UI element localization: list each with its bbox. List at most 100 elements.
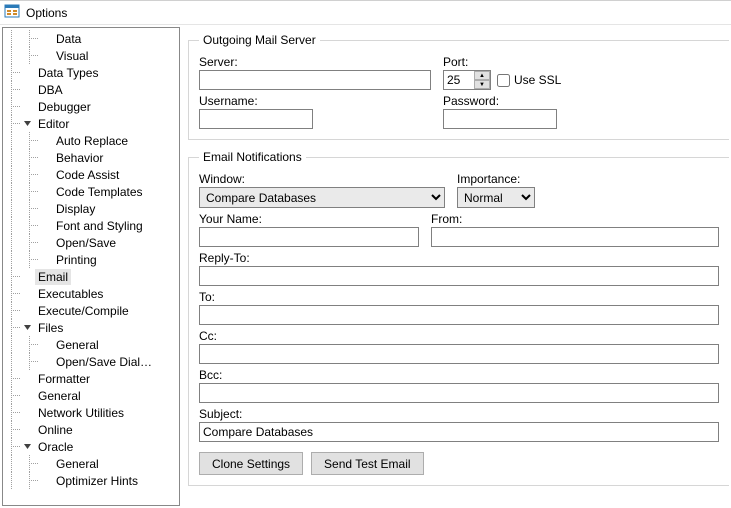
tree-item[interactable]: General — [7, 336, 179, 353]
tree-item-label: Open/Save — [53, 235, 119, 251]
tree-item[interactable]: Behavior — [7, 149, 179, 166]
tree-scroll[interactable]: DataVisualData TypesDBADebuggerEditorAut… — [3, 28, 179, 505]
tree-item-label: Font and Styling — [53, 218, 146, 234]
titlebar: Options — [0, 1, 731, 25]
bcc-label: Bcc: — [199, 368, 719, 382]
from-input[interactable] — [431, 227, 719, 247]
password-input[interactable] — [443, 109, 557, 129]
tree-item[interactable]: Code Assist — [7, 166, 179, 183]
clone-settings-button[interactable]: Clone Settings — [199, 452, 303, 475]
main-panel: Outgoing Mail Server Server: Port: ▲ — [180, 25, 731, 508]
tree-item[interactable]: General — [7, 387, 179, 404]
tree-twisty-none — [39, 458, 51, 470]
tree-item[interactable]: Open/Save Dial… — [7, 353, 179, 370]
tree-twisty-none — [21, 424, 33, 436]
tree-item-label: Oracle — [35, 439, 76, 455]
tree-item[interactable]: Email — [7, 268, 179, 285]
outgoing-mail-group: Outgoing Mail Server Server: Port: ▲ — [188, 33, 729, 140]
usessl-checkbox[interactable] — [497, 74, 510, 87]
tree-item-label: Open/Save Dial… — [53, 354, 155, 370]
importance-label: Importance: — [457, 172, 535, 186]
port-up-button[interactable]: ▲ — [474, 71, 490, 80]
tree-item-label: Printing — [53, 252, 100, 268]
tree-item[interactable]: Executables — [7, 285, 179, 302]
port-down-button[interactable]: ▼ — [474, 80, 490, 89]
tree-twisty-none — [39, 186, 51, 198]
port-label: Port: — [443, 55, 561, 69]
tree-twisty-none — [39, 203, 51, 215]
tree-twisty-none — [21, 101, 33, 113]
tree-item-label: General — [35, 388, 84, 404]
tree-item[interactable]: Printing — [7, 251, 179, 268]
tree-item-label: Editor — [35, 116, 72, 132]
tree-item-label: Network Utilities — [35, 405, 127, 421]
tree-twisty-none — [39, 220, 51, 232]
importance-select[interactable]: Normal — [457, 187, 535, 208]
tree-item[interactable]: Visual — [7, 47, 179, 64]
email-notifications-group: Email Notifications Window: Compare Data… — [188, 150, 729, 486]
tree-item-label: Data Types — [35, 65, 101, 81]
tree-item-label: Display — [53, 201, 98, 217]
replyto-input[interactable] — [199, 266, 719, 286]
bcc-input[interactable] — [199, 383, 719, 403]
tree-item[interactable]: General — [7, 455, 179, 472]
to-input[interactable] — [199, 305, 719, 325]
port-spinner[interactable]: ▲ ▼ — [443, 70, 491, 90]
cc-input[interactable] — [199, 344, 719, 364]
tree-item[interactable]: Debugger — [7, 98, 179, 115]
tree-twisty-none — [39, 475, 51, 487]
tree-item[interactable]: Network Utilities — [7, 404, 179, 421]
tree-item[interactable]: Code Templates — [7, 183, 179, 200]
tree-item[interactable]: Online — [7, 421, 179, 438]
username-label: Username: — [199, 94, 431, 108]
tree-item[interactable]: DBA — [7, 81, 179, 98]
tree-twisty-none — [39, 50, 51, 62]
tree-item[interactable]: Data Types — [7, 64, 179, 81]
tree-item[interactable]: Font and Styling — [7, 217, 179, 234]
window-label: Window: — [199, 172, 445, 186]
tree-item[interactable]: Execute/Compile — [7, 302, 179, 319]
tree-pane: DataVisualData TypesDBADebuggerEditorAut… — [2, 27, 180, 506]
chevron-down-icon[interactable] — [21, 118, 33, 130]
tree-item[interactable]: Oracle — [7, 438, 179, 455]
notif-legend: Email Notifications — [199, 150, 306, 164]
yourname-input[interactable] — [199, 227, 419, 247]
port-input[interactable] — [444, 71, 474, 89]
tree-item-label: Code Assist — [53, 167, 122, 183]
subject-input[interactable] — [199, 422, 719, 442]
tree-item[interactable]: Formatter — [7, 370, 179, 387]
to-label: To: — [199, 290, 719, 304]
options-tree[interactable]: DataVisualData TypesDBADebuggerEditorAut… — [7, 30, 179, 489]
content-area: DataVisualData TypesDBADebuggerEditorAut… — [0, 25, 731, 508]
tree-item[interactable]: Auto Replace — [7, 132, 179, 149]
send-test-email-button[interactable]: Send Test Email — [311, 452, 424, 475]
username-input[interactable] — [199, 109, 313, 129]
from-label: From: — [431, 212, 719, 226]
tree-twisty-none — [21, 373, 33, 385]
tree-item[interactable]: Data — [7, 30, 179, 47]
options-window: Options DataVisualData TypesDBADebuggerE… — [0, 0, 731, 508]
server-input[interactable] — [199, 70, 431, 90]
tree-item[interactable]: Editor — [7, 115, 179, 132]
tree-item-label: Email — [35, 269, 71, 285]
usessl-checkbox-wrap[interactable]: Use SSL — [497, 73, 561, 87]
chevron-down-icon[interactable] — [21, 441, 33, 453]
tree-item-label: Debugger — [35, 99, 94, 115]
tree-twisty-none — [39, 152, 51, 164]
tree-twisty-none — [39, 169, 51, 181]
tree-item-label: General — [53, 337, 102, 353]
window-title: Options — [26, 6, 67, 20]
tree-twisty-none — [39, 254, 51, 266]
password-label: Password: — [443, 94, 557, 108]
tree-item[interactable]: Display — [7, 200, 179, 217]
tree-twisty-none — [21, 67, 33, 79]
chevron-down-icon[interactable] — [21, 322, 33, 334]
tree-twisty-none — [21, 407, 33, 419]
tree-item[interactable]: Optimizer Hints — [7, 472, 179, 489]
tree-item[interactable]: Open/Save — [7, 234, 179, 251]
tree-item-label: Execute/Compile — [35, 303, 132, 319]
tree-item[interactable]: Files — [7, 319, 179, 336]
window-select[interactable]: Compare Databases — [199, 187, 445, 208]
tree-twisty-none — [39, 356, 51, 368]
tree-item-label: General — [53, 456, 102, 472]
